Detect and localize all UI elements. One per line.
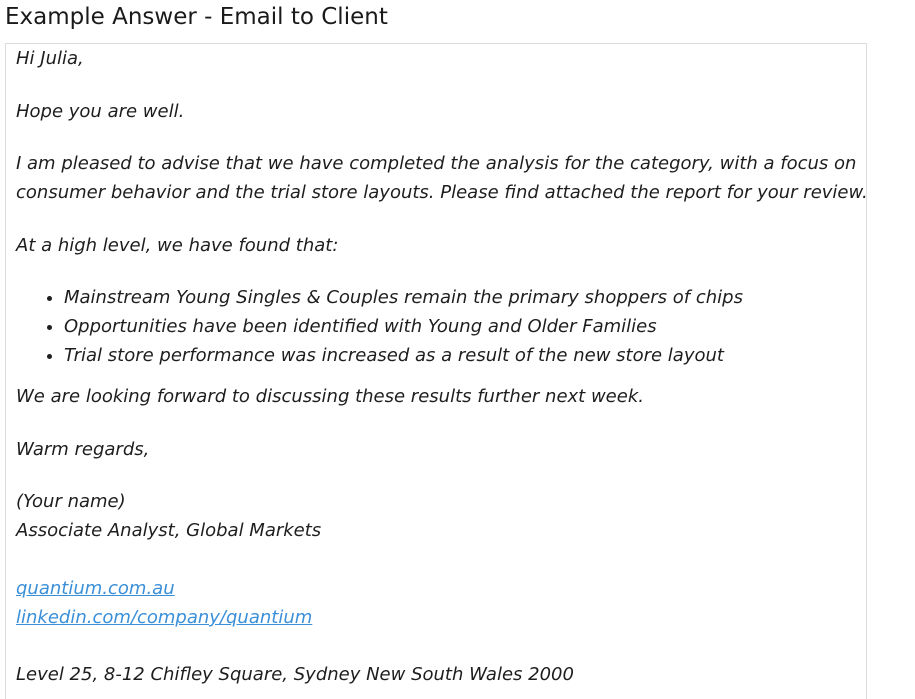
website-link[interactable]: quantium.com.au [16,578,175,599]
findings-list: Mainstream Young Singles & Couples remai… [16,283,856,370]
closing-line: We are looking forward to discussing the… [16,386,644,407]
sender-title: Associate Analyst, Global Markets [16,520,322,541]
body-line-1: I am pleased to advise that we have comp… [16,153,857,174]
sender-name: (Your name) [16,491,126,512]
greeting: Hi Julia, [16,48,84,69]
body-line-2: consumer behavior and the trial store la… [16,182,868,203]
opener: Hope you are well. [16,100,185,122]
list-item: Mainstream Young Singles & Couples remai… [64,283,856,312]
linkedin-link[interactable]: linkedin.com/company/quantium [16,607,312,628]
findings-intro: At a high level, we have found that: [16,234,339,256]
sign-off: Warm regards, [16,438,150,460]
email-body: Hi Julia, Hope you are well. I am please… [5,43,868,699]
list-item: Trial store performance was increased as… [64,341,856,370]
list-item: Opportunities have been identified with … [64,312,856,341]
page-title: Example Answer - Email to Client [5,4,388,30]
address: Level 25, 8-12 Chifley Square, Sydney Ne… [16,664,574,685]
